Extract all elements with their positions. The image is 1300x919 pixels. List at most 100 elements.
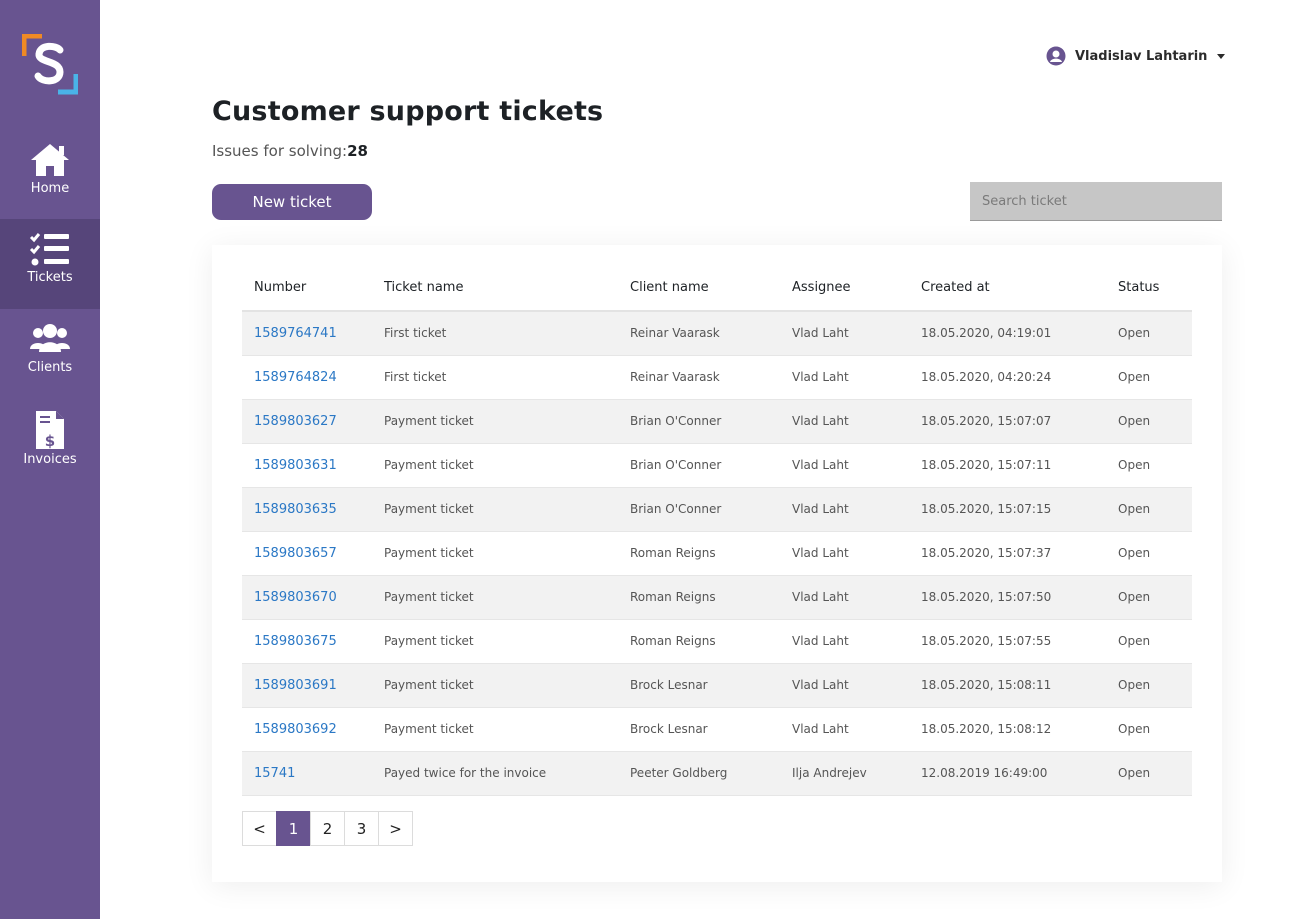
ticket-number-link[interactable]: 15741 (242, 751, 372, 796)
created-at: 18.05.2020, 15:07:07 (909, 399, 1106, 444)
ticket-name: Payment ticket (372, 619, 618, 664)
column-header-number[interactable]: Number (242, 265, 372, 312)
page-button-1[interactable]: 1 (276, 811, 311, 846)
sidebar-item-tickets[interactable]: Tickets (0, 219, 100, 309)
sidebar-item-label: Home (30, 181, 70, 196)
ticket-number-link[interactable]: 1589803627 (242, 399, 372, 444)
user-menu[interactable]: Vladislav Lahtarin (1046, 44, 1226, 68)
user-circle-icon (1046, 46, 1066, 66)
app-logo[interactable] (22, 34, 78, 96)
sidebar-item-home[interactable]: Home (0, 130, 100, 220)
assignee: Vlad Laht (780, 443, 909, 488)
created-at: 12.08.2019 16:49:00 (909, 751, 1106, 796)
page-button-2[interactable]: 2 (310, 811, 345, 846)
table-header-row: Number Ticket name Client name Assignee … (242, 265, 1192, 312)
column-header-assignee[interactable]: Assignee (780, 265, 909, 312)
status: Open (1106, 751, 1192, 796)
page-title: Customer support tickets (212, 96, 604, 127)
client-name: Brock Lesnar (618, 663, 780, 708)
ticket-number-link[interactable]: 1589803631 (242, 443, 372, 488)
ticket-name: Payment ticket (372, 399, 618, 444)
assignee: Vlad Laht (780, 619, 909, 664)
table-row[interactable]: 1589764824 First ticket Reinar Vaarask Vlad… (242, 355, 1192, 400)
tickets-table-body: 1589764741 First ticket Reinar Vaarask Vlad… (242, 311, 1192, 796)
assignee: Vlad Laht (780, 575, 909, 620)
assignee: Vlad Laht (780, 399, 909, 444)
client-name: Roman Reigns (618, 575, 780, 620)
status: Open (1106, 575, 1192, 620)
created-at: 18.05.2020, 15:08:12 (909, 707, 1106, 752)
sidebar-item-label: Clients (27, 360, 73, 375)
status: Open (1106, 487, 1192, 532)
assignee: Vlad Laht (780, 707, 909, 752)
new-ticket-button[interactable]: New ticket (212, 184, 372, 220)
ticket-number-link[interactable]: 1589803670 (242, 575, 372, 620)
ticket-name: Payment ticket (372, 443, 618, 488)
table-row[interactable]: 1589803691 Payment ticket Brock Lesnar Vlad… (242, 663, 1192, 708)
table-row[interactable]: 1589803631 Payment ticket Brian O'Conner Vl… (242, 443, 1192, 488)
sidebar-item-clients[interactable]: Clients (0, 309, 100, 399)
ticket-number-link[interactable]: 1589803635 (242, 487, 372, 532)
assignee: Vlad Laht (780, 487, 909, 532)
checklist-icon (29, 233, 69, 266)
column-header-created-at[interactable]: Created at (909, 265, 1106, 312)
chevron-down-icon (1217, 53, 1226, 59)
sidebar-item-label: Tickets (27, 270, 73, 285)
client-name: Brock Lesnar (618, 707, 780, 752)
svg-text:$: $ (45, 432, 55, 449)
next-page-button[interactable]: > (378, 811, 413, 846)
table-row[interactable]: 1589803675 Payment ticket Roman Reigns Vlad… (242, 619, 1192, 664)
assignee: Vlad Laht (780, 531, 909, 576)
column-header-status[interactable]: Status (1106, 265, 1192, 312)
status: Open (1106, 531, 1192, 576)
table-row[interactable]: 1589803670 Payment ticket Roman Reigns Vlad… (242, 575, 1192, 620)
client-name: Brian O'Conner (618, 399, 780, 444)
table-row[interactable]: 1589803657 Payment ticket Roman Reigns Vlad… (242, 531, 1192, 576)
status: Open (1106, 707, 1192, 752)
table-row[interactable]: 1589803627 Payment ticket Brian O'Conner Vl… (242, 399, 1192, 444)
home-icon (31, 144, 69, 176)
ticket-number-link[interactable]: 1589803675 (242, 619, 372, 664)
client-name: Brian O'Conner (618, 487, 780, 532)
sidebar-item-label: Invoices (23, 452, 77, 467)
status: Open (1106, 619, 1192, 664)
users-icon (30, 324, 70, 352)
tickets-card: Number Ticket name Client name Assignee … (212, 245, 1222, 882)
ticket-name: First ticket (372, 355, 618, 400)
table-row[interactable]: 1589803635 Payment ticket Brian O'Conner Vl… (242, 487, 1192, 532)
tickets-table: Number Ticket name Client name Assignee … (242, 265, 1192, 796)
assignee: Vlad Laht (780, 311, 909, 356)
ticket-name: Payed twice for the invoice (372, 751, 618, 796)
created-at: 18.05.2020, 15:07:15 (909, 487, 1106, 532)
created-at: 18.05.2020, 15:07:55 (909, 619, 1106, 664)
created-at: 18.05.2020, 15:07:37 (909, 531, 1106, 576)
ticket-name: Payment ticket (372, 663, 618, 708)
column-header-client-name[interactable]: Client name (618, 265, 780, 312)
created-at: 18.05.2020, 04:19:01 (909, 311, 1106, 356)
ticket-number-link[interactable]: 1589764741 (242, 311, 372, 356)
sidebar: Home Tickets Clients $ Invoices (0, 0, 100, 919)
status: Open (1106, 399, 1192, 444)
ticket-name: Payment ticket (372, 575, 618, 620)
ticket-number-link[interactable]: 1589803657 (242, 531, 372, 576)
search-input[interactable] (970, 182, 1222, 221)
sidebar-item-invoices[interactable]: $ Invoices (0, 399, 100, 489)
created-at: 18.05.2020, 15:07:11 (909, 443, 1106, 488)
ticket-name: Payment ticket (372, 531, 618, 576)
ticket-number-link[interactable]: 1589803692 (242, 707, 372, 752)
status: Open (1106, 663, 1192, 708)
status: Open (1106, 443, 1192, 488)
client-name: Reinar Vaarask (618, 355, 780, 400)
ticket-number-link[interactable]: 1589803691 (242, 663, 372, 708)
table-row[interactable]: 1589764741 First ticket Reinar Vaarask Vlad… (242, 311, 1192, 356)
assignee: Vlad Laht (780, 663, 909, 708)
page-button-3[interactable]: 3 (344, 811, 379, 846)
ticket-name: Payment ticket (372, 487, 618, 532)
client-name: Brian O'Conner (618, 443, 780, 488)
prev-page-button[interactable]: < (242, 811, 277, 846)
ticket-number-link[interactable]: 1589764824 (242, 355, 372, 400)
column-header-ticket-name[interactable]: Ticket name (372, 265, 618, 312)
table-row[interactable]: 1589803692 Payment ticket Brock Lesnar Vlad… (242, 707, 1192, 752)
assignee: Vlad Laht (780, 355, 909, 400)
table-row[interactable]: 15741 Payed twice for the invoice Peeter G… (242, 751, 1192, 796)
